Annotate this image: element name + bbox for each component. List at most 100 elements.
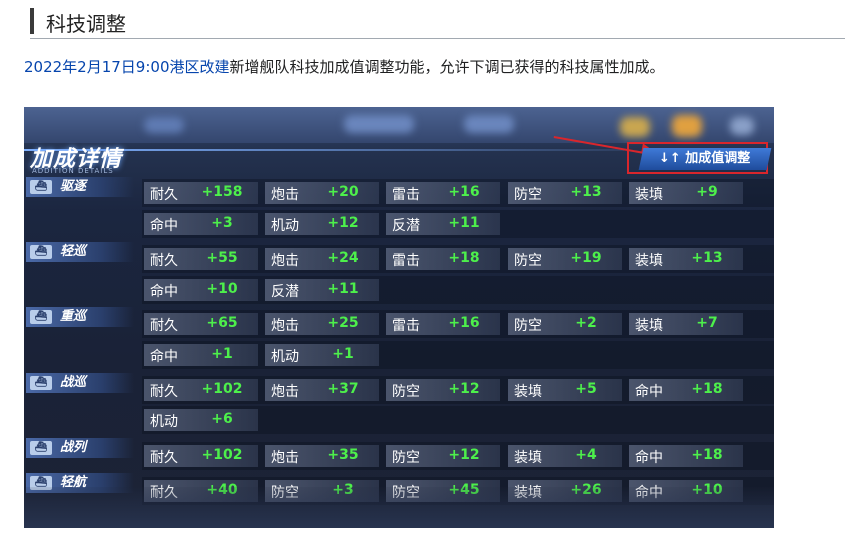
stat-value: +11 — [327, 281, 359, 297]
stat-name: 雷击 — [392, 318, 420, 334]
stat-value: +3 — [211, 215, 233, 231]
heavy-cruiser-icon: ⛴ — [30, 310, 52, 324]
stat-name: 防空 — [514, 318, 542, 334]
stat-name: 机动 — [150, 414, 178, 430]
stat-cell: 命中 +18 — [629, 445, 743, 467]
stat-value: +18 — [691, 447, 723, 463]
update-date-link[interactable]: 2022年2月17日9:00港区改建 — [24, 58, 230, 76]
blurred-resource — [344, 115, 414, 133]
stat-value: +35 — [327, 447, 359, 463]
stat-name: 防空 — [392, 450, 420, 466]
stat-cell: 防空 +19 — [508, 248, 622, 270]
stat-value: +16 — [448, 315, 480, 331]
stat-name: 命中 — [635, 384, 663, 400]
stat-cell: 耐久 +102 — [144, 379, 258, 401]
stat-cell: 命中 +10 — [144, 279, 258, 301]
stat-name: 耐久 — [150, 253, 178, 269]
adjust-bonus-button[interactable]: ↓↑ 加成值调整 — [638, 148, 772, 170]
destroyer-icon: ⛴ — [30, 180, 52, 194]
stat-name: 装填 — [514, 450, 542, 466]
stat-value: +1 — [332, 346, 354, 362]
section-heading: 科技调整 — [30, 6, 845, 39]
stat-value: +16 — [448, 184, 480, 200]
stat-name: 机动 — [271, 349, 299, 365]
adjust-bonus-label: ↓↑ 加成值调整 — [659, 151, 751, 166]
stat-value: +13 — [570, 184, 602, 200]
category-tab[interactable]: ⛴ 战巡 — [26, 373, 134, 393]
stat-value: +18 — [448, 250, 480, 266]
stat-cell: 反潜 +11 — [265, 279, 379, 301]
stat-value: +5 — [575, 381, 597, 397]
category-tab[interactable]: ⛴ 轻巡 — [26, 242, 134, 262]
stat-cell: 炮击 +37 — [265, 379, 379, 401]
stat-name: 装填 — [635, 318, 663, 334]
stat-name: 耐久 — [150, 187, 178, 203]
stat-cell: 机动 +12 — [265, 213, 379, 235]
game-screenshot: 加成详情 ADDITION DETAILS ↓↑ 加成值调整 ⛴ 驱逐 ⛴ 轻巡 ⛴ 重巡… — [24, 107, 774, 528]
stat-value: +25 — [327, 315, 359, 331]
stat-name: 机动 — [271, 218, 299, 234]
update-note: 2022年2月17日9:00港区改建新增舰队科技加成值调整功能，允许下调已获得的… — [24, 56, 665, 77]
stat-name: 炮击 — [271, 450, 299, 466]
stat-name: 炮击 — [271, 253, 299, 269]
stat-value: +102 — [201, 447, 243, 463]
blurred-resource — [620, 117, 650, 137]
stat-name: 命中 — [635, 450, 663, 466]
stat-value: +13 — [691, 250, 723, 266]
light-cruiser-icon: ⛴ — [30, 245, 52, 259]
blurred-resource — [672, 115, 702, 137]
category-label: 战列 — [60, 440, 87, 455]
stat-value: +158 — [201, 184, 243, 200]
battlecruiser-icon: ⛴ — [30, 376, 52, 390]
stat-cell: 耐久 +102 — [144, 445, 258, 467]
stat-value: +2 — [575, 315, 597, 331]
stat-name: 装填 — [514, 384, 542, 400]
stat-cell: 防空 +13 — [508, 182, 622, 204]
stat-name: 耐久 — [150, 450, 178, 466]
stat-value: +65 — [206, 315, 238, 331]
panel-subtitle: ADDITION DETAILS — [32, 167, 114, 175]
battleship-icon: ⛴ — [30, 441, 52, 455]
category-label: 重巡 — [60, 309, 87, 324]
stat-cell: 炮击 +24 — [265, 248, 379, 270]
stat-cell: 雷击 +16 — [386, 313, 500, 335]
stat-name: 雷击 — [392, 253, 420, 269]
stat-value: +4 — [575, 447, 597, 463]
stat-cell: 装填 +9 — [629, 182, 743, 204]
blurred-resource — [464, 115, 514, 133]
stat-value: +12 — [448, 381, 480, 397]
stat-cell: 装填 +5 — [508, 379, 622, 401]
stat-name: 反潜 — [392, 218, 420, 234]
stat-cell: 防空 +2 — [508, 313, 622, 335]
stat-name: 命中 — [150, 349, 178, 365]
stat-cell: 炮击 +20 — [265, 182, 379, 204]
stat-cell: 防空 +12 — [386, 445, 500, 467]
category-tab[interactable]: ⛴ 驱逐 — [26, 177, 134, 197]
stat-cell: 耐久 +65 — [144, 313, 258, 335]
stat-value: +19 — [570, 250, 602, 266]
blurred-icon — [144, 117, 184, 133]
stat-cell: 耐久 +158 — [144, 182, 258, 204]
stat-cell: 装填 +13 — [629, 248, 743, 270]
stat-name: 装填 — [635, 187, 663, 203]
stat-value: +9 — [696, 184, 718, 200]
stat-value: +12 — [327, 215, 359, 231]
category-tab[interactable]: ⛴ 战列 — [26, 438, 134, 458]
stat-cell: 命中 +1 — [144, 344, 258, 366]
stat-value: +10 — [206, 281, 238, 297]
section-title: 科技调整 — [46, 12, 126, 36]
stat-name: 耐久 — [150, 384, 178, 400]
stat-cell: 炮击 +35 — [265, 445, 379, 467]
stat-name: 反潜 — [271, 284, 299, 300]
stat-cell: 雷击 +16 — [386, 182, 500, 204]
stat-cell: 防空 +12 — [386, 379, 500, 401]
stat-name: 防空 — [392, 384, 420, 400]
stat-value: +20 — [327, 184, 359, 200]
category-label: 战巡 — [60, 375, 87, 390]
stat-value: +18 — [691, 381, 723, 397]
stat-name: 防空 — [514, 187, 542, 203]
stat-cell: 装填 +4 — [508, 445, 622, 467]
category-tab[interactable]: ⛴ 重巡 — [26, 307, 134, 327]
bottom-bar-blurred — [24, 487, 774, 528]
stat-cell: 反潜 +11 — [386, 213, 500, 235]
